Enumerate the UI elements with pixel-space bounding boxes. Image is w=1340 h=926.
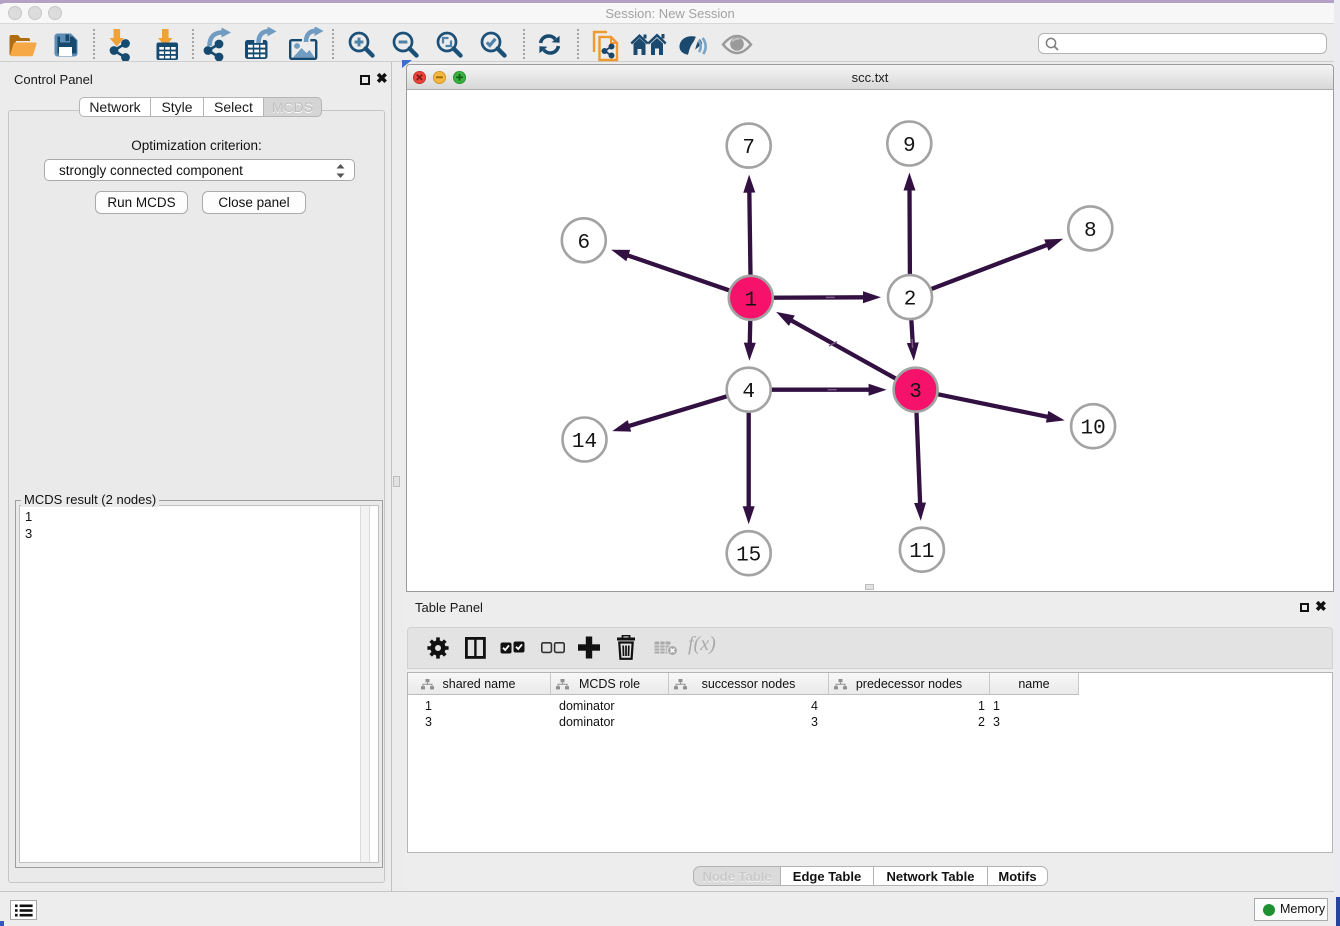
svg-text:9: 9	[903, 135, 916, 158]
svg-text:14: 14	[572, 431, 597, 454]
svg-text:1: 1	[744, 289, 757, 312]
svg-text:10: 10	[1080, 418, 1105, 441]
svg-text:3: 3	[909, 381, 922, 404]
svg-text:6: 6	[577, 232, 590, 255]
svg-text:15: 15	[736, 545, 761, 568]
svg-text:4: 4	[742, 381, 755, 404]
svg-text:2: 2	[904, 289, 917, 312]
svg-text:7: 7	[742, 137, 755, 160]
svg-text:8: 8	[1084, 220, 1097, 243]
svg-text:11: 11	[909, 541, 934, 564]
